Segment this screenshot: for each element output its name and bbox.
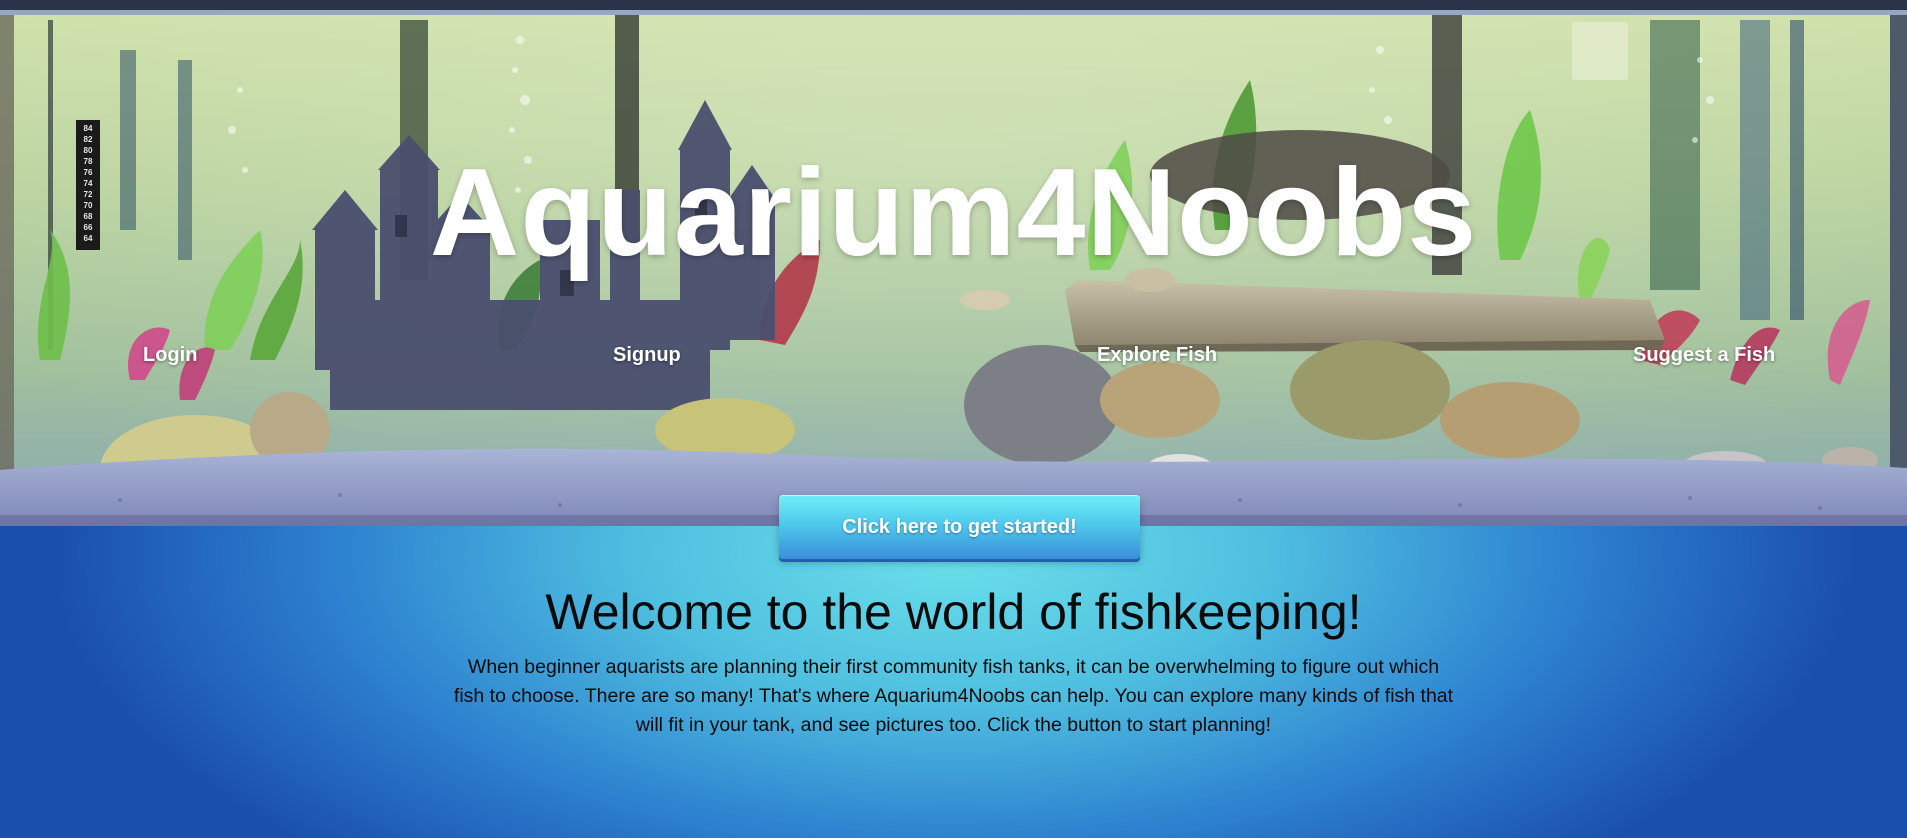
get-started-button[interactable]: Click here to get started! (779, 495, 1140, 559)
site-title: Aquarium4Noobs (429, 144, 1478, 282)
main-nav: Login Signup Explore Fish Suggest a Fish (0, 343, 1907, 371)
svg-text:84: 84 (84, 124, 93, 133)
page: 84 82 80 78 76 74 72 70 68 66 64 Aquariu… (0, 0, 1907, 838)
nav-link-explore-fish[interactable]: Explore Fish (1097, 343, 1217, 367)
svg-text:82: 82 (84, 135, 93, 144)
welcome-paragraph: When beginner aquarists are planning the… (453, 656, 1454, 736)
nav-link-suggest-a-fish[interactable]: Suggest a Fish (1633, 343, 1775, 367)
hero-banner: 84 82 80 78 76 74 72 70 68 66 64 Aquariu… (0, 0, 1907, 526)
nav-link-signup[interactable]: Signup (613, 343, 681, 367)
nav-link-login[interactable]: Login (143, 343, 197, 367)
welcome-heading: Welcome to the world of fishkeeping! (545, 584, 1362, 640)
